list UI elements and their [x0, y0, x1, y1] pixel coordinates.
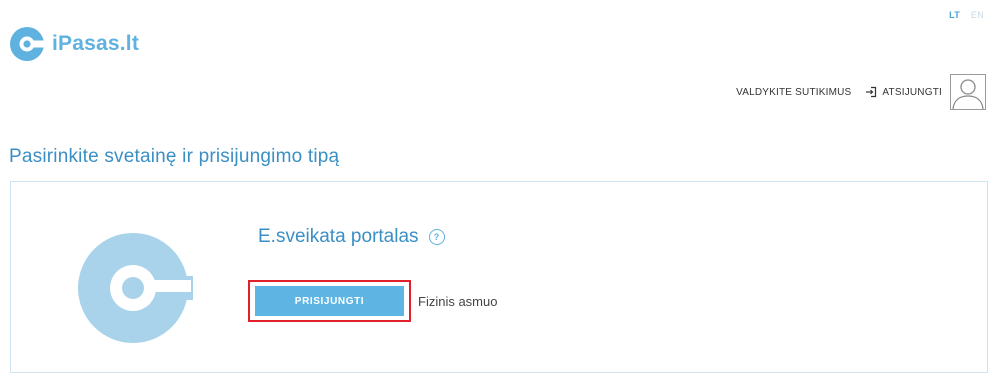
key-logo-icon	[10, 27, 45, 61]
brand-logo[interactable]: iPasas.lt	[9, 26, 139, 62]
site-name: E.sveikata portalas	[258, 226, 419, 247]
language-switcher: LT EN	[941, 10, 984, 20]
avatar-silhouette-icon	[952, 79, 984, 110]
login-row: PRISIJUNGTI Fizinis asmuo	[248, 280, 497, 322]
page-title: Pasirinkite svetainę ir prisijungimo tip…	[9, 146, 340, 167]
logout-label: ATSIJUNGTI	[882, 86, 942, 98]
language-lt[interactable]: LT	[949, 10, 960, 20]
brand-name: iPasas.lt	[52, 32, 140, 55]
logout-link[interactable]: ATSIJUNGTI	[865, 86, 942, 98]
language-en[interactable]: EN	[971, 10, 984, 20]
login-button[interactable]: PRISIJUNGTI	[255, 286, 404, 316]
manage-consents-link[interactable]: VALDYKITE SUTIKIMUS	[736, 87, 851, 98]
help-icon[interactable]: ?	[428, 229, 445, 245]
site-card: E.sveikata portalas ? PRISIJUNGTI Fizini…	[10, 181, 988, 373]
login-button-highlight: PRISIJUNGTI	[248, 280, 411, 322]
site-heading: E.sveikata portalas ?	[258, 226, 445, 248]
user-avatar-icon[interactable]	[950, 74, 986, 110]
login-type-label: Fizinis asmuo	[418, 293, 498, 309]
top-navigation: VALDYKITE SUTIKIMUS ATSIJUNGTI	[736, 74, 986, 110]
logout-arrow-icon	[866, 86, 877, 98]
site-key-logo-icon	[78, 233, 193, 343]
site-logo	[77, 228, 203, 359]
